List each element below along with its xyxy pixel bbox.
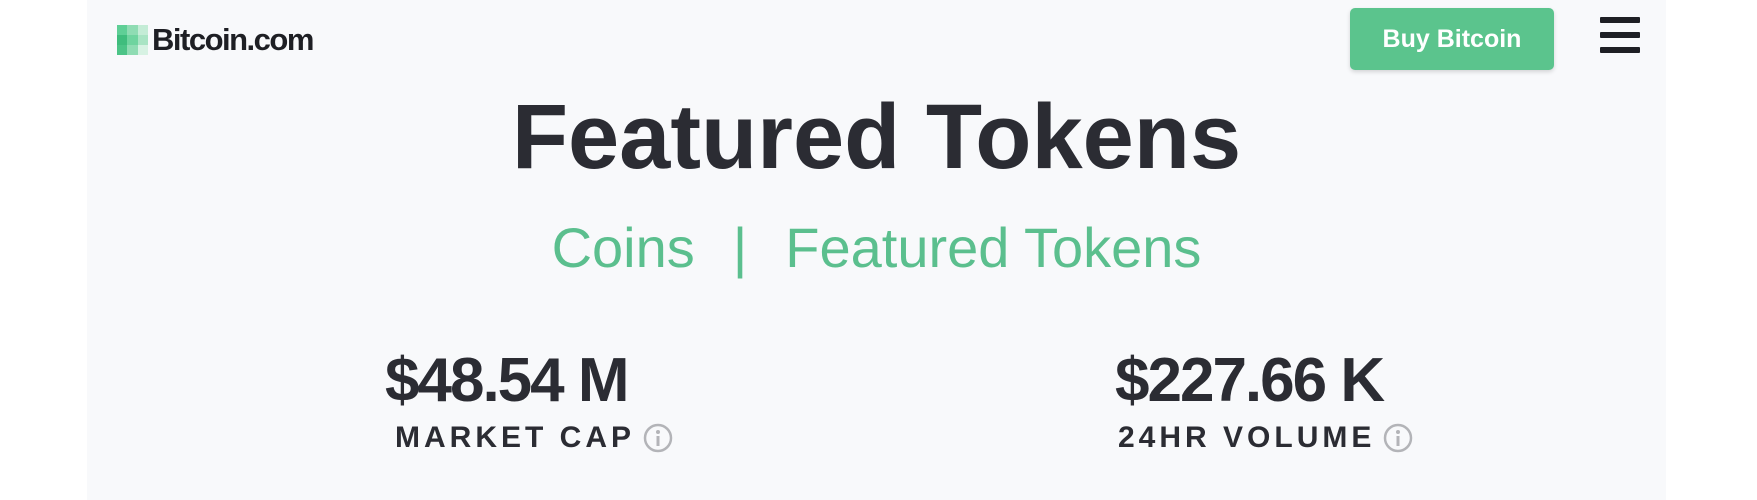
site-header: Bitcoin.com Buy Bitcoin bbox=[87, 0, 1666, 80]
info-icon[interactable] bbox=[1383, 423, 1413, 453]
page-title: Featured Tokens bbox=[511, 86, 1242, 188]
market-cap-stat: $48.54 M MARKET CAP bbox=[385, 345, 673, 455]
hamburger-menu-icon[interactable] bbox=[1598, 17, 1642, 57]
logo-mark-icon bbox=[117, 24, 148, 56]
logo-text: Bitcoin.com bbox=[152, 22, 314, 57]
subnav-link-featured-tokens[interactable]: Featured Tokens bbox=[785, 216, 1201, 279]
market-cap-value: $48.54 M bbox=[385, 346, 630, 415]
buy-bitcoin-button[interactable]: Buy Bitcoin bbox=[1350, 8, 1554, 70]
volume-24h-label: 24HR VOLUME bbox=[1118, 421, 1376, 454]
info-icon[interactable] bbox=[643, 423, 673, 453]
volume-24h-value: $227.66 K bbox=[1115, 346, 1385, 415]
market-cap-label-row: MARKET CAP bbox=[395, 421, 673, 455]
volume-24h-label-row: 24HR VOLUME bbox=[1118, 421, 1413, 455]
bitcoin-com-logo[interactable]: Bitcoin.com bbox=[117, 22, 314, 58]
page-container: Bitcoin.com Buy Bitcoin Featured Tokens … bbox=[87, 0, 1666, 500]
market-cap-label: MARKET CAP bbox=[395, 421, 635, 454]
subnav-separator: | bbox=[732, 216, 748, 279]
token-subnav: Coins | Featured Tokens bbox=[87, 215, 1666, 280]
volume-24h-stat: $227.66 K 24HR VOLUME bbox=[1115, 345, 1413, 455]
subnav-link-coins[interactable]: Coins bbox=[552, 216, 695, 279]
